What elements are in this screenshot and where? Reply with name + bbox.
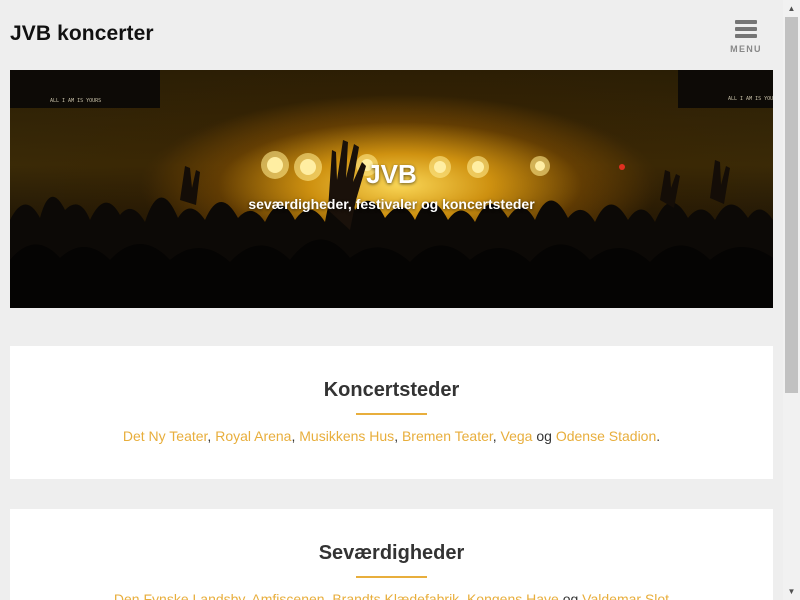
link-den-fynske-landsby[interactable]: Den Fynske Landsby (114, 591, 244, 600)
link-det-ny-teater[interactable]: Det Ny Teater (123, 428, 208, 444)
heading-underline (356, 413, 427, 415)
svg-text:ALL I AM IS YOURS: ALL I AM IS YOURS (728, 96, 773, 102)
section-sevaerdigheder: Seværdigheder Den Fynske Landsby, Amfisc… (10, 509, 773, 600)
separator: , (459, 591, 467, 600)
link-musikkens-hus[interactable]: Musikkens Hus (299, 428, 394, 444)
content-area: JVB koncerter MENU ALL I AM IS YOURS ALL… (0, 0, 783, 600)
section-heading: Koncertsteder (323, 379, 460, 401)
scroll-down-icon[interactable]: ▼ (783, 583, 800, 600)
scrollbar-thumb[interactable] (785, 17, 798, 393)
section-koncertsteder: Koncertsteder Det Ny Teater, Royal Arena… (10, 346, 773, 479)
separator: og (558, 591, 583, 600)
link-brandts-klaedefabrik[interactable]: Brandts Klædefabrik (332, 591, 459, 600)
attraction-links: Den Fynske Landsby, Amfiscenen, Brandts … (10, 591, 773, 600)
hamburger-icon (735, 20, 757, 38)
page: JVB koncerter MENU ALL I AM IS YOURS ALL… (0, 0, 800, 600)
heading-underline (356, 576, 427, 578)
link-bremen-teater[interactable]: Bremen Teater (402, 428, 493, 444)
link-kongens-have[interactable]: Kongens Have (467, 591, 559, 600)
hero-banner: ALL I AM IS YOURS ALL I AM IS YOURS (10, 70, 773, 308)
link-vega[interactable]: Vega (501, 428, 533, 444)
link-valdemar-slot[interactable]: Valdemar Slot (582, 591, 669, 600)
separator: , (492, 428, 501, 444)
menu-label: MENU (730, 44, 762, 54)
site-title[interactable]: JVB koncerter (10, 22, 154, 46)
link-odense-stadion[interactable]: Odense Stadion (556, 428, 656, 444)
site-header: JVB koncerter MENU (0, 0, 783, 70)
separator: , (394, 428, 402, 444)
link-amfiscenen[interactable]: Amfiscenen (251, 591, 324, 600)
separator: . (656, 428, 661, 444)
link-royal-arena[interactable]: Royal Arena (215, 428, 291, 444)
svg-text:ALL I AM IS YOURS: ALL I AM IS YOURS (50, 98, 101, 104)
venue-links: Det Ny Teater, Royal Arena, Musikkens Hu… (10, 428, 773, 444)
hero-subtitle: seværdigheder, festivaler og koncertsted… (248, 196, 535, 212)
vertical-scrollbar[interactable]: ▲ ▼ (783, 0, 800, 600)
scroll-up-icon[interactable]: ▲ (783, 0, 800, 17)
section-heading: Seværdigheder (318, 542, 465, 564)
separator: og (532, 428, 556, 444)
menu-button[interactable]: MENU (726, 18, 766, 58)
hero-title: JVB (366, 159, 417, 189)
